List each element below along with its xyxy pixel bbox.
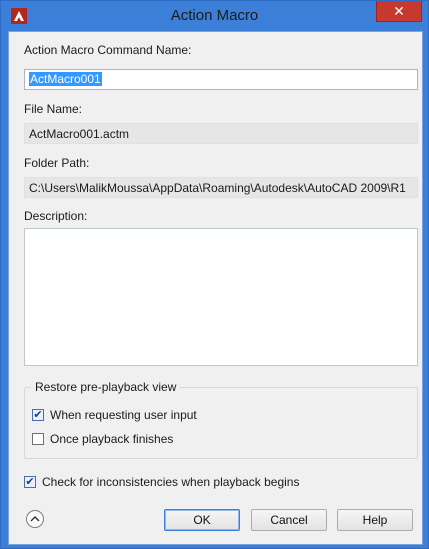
command-name-input[interactable]: ActMacro001 xyxy=(24,69,418,90)
help-button[interactable]: Help xyxy=(337,509,413,531)
dialog-window: Action Macro ✕ Action Macro Command Name… xyxy=(0,0,429,549)
consistency-check-option[interactable]: ✔ Check for inconsistencies when playbac… xyxy=(24,475,299,489)
restore-on-user-input-option[interactable]: ✔ When requesting user input xyxy=(32,408,197,422)
window-title: Action Macro xyxy=(170,7,259,24)
restore-on-finish-checkbox[interactable] xyxy=(32,433,44,445)
restore-view-group-title: Restore pre-playback view xyxy=(31,380,181,394)
title-bar[interactable]: Action Macro ✕ xyxy=(1,1,428,31)
folder-path-label: Folder Path: xyxy=(24,156,90,170)
description-label: Description: xyxy=(24,209,88,223)
dialog-body: Action Macro Command Name: ActMacro001 F… xyxy=(8,31,423,545)
restore-on-user-input-checkbox[interactable]: ✔ xyxy=(32,409,44,421)
command-name-value: ActMacro001 xyxy=(29,72,102,86)
collapse-button[interactable] xyxy=(26,510,44,528)
consistency-check-checkbox[interactable]: ✔ xyxy=(24,476,36,488)
checkmark-icon: ✔ xyxy=(33,408,43,421)
cancel-button[interactable]: Cancel xyxy=(251,509,327,531)
close-button[interactable]: ✕ xyxy=(376,1,422,22)
restore-on-finish-label: Once playback finishes xyxy=(50,432,174,446)
restore-on-finish-option[interactable]: Once playback finishes xyxy=(32,432,173,446)
close-icon: ✕ xyxy=(393,3,405,19)
checkmark-icon: ✔ xyxy=(25,475,35,488)
consistency-check-label: Check for inconsistencies when playback … xyxy=(42,475,300,489)
chevron-up-icon xyxy=(30,516,40,522)
file-name-field: ActMacro001.actm xyxy=(24,123,418,144)
restore-on-user-input-label: When requesting user input xyxy=(50,408,197,422)
description-input[interactable] xyxy=(24,228,418,366)
file-name-label: File Name: xyxy=(24,102,83,116)
ok-button[interactable]: OK xyxy=(164,509,240,531)
command-name-label: Action Macro Command Name: xyxy=(24,43,192,57)
restore-view-group: Restore pre-playback view ✔ When request… xyxy=(24,380,418,459)
folder-path-field: C:\Users\MalikMoussa\AppData\Roaming\Aut… xyxy=(24,177,418,198)
